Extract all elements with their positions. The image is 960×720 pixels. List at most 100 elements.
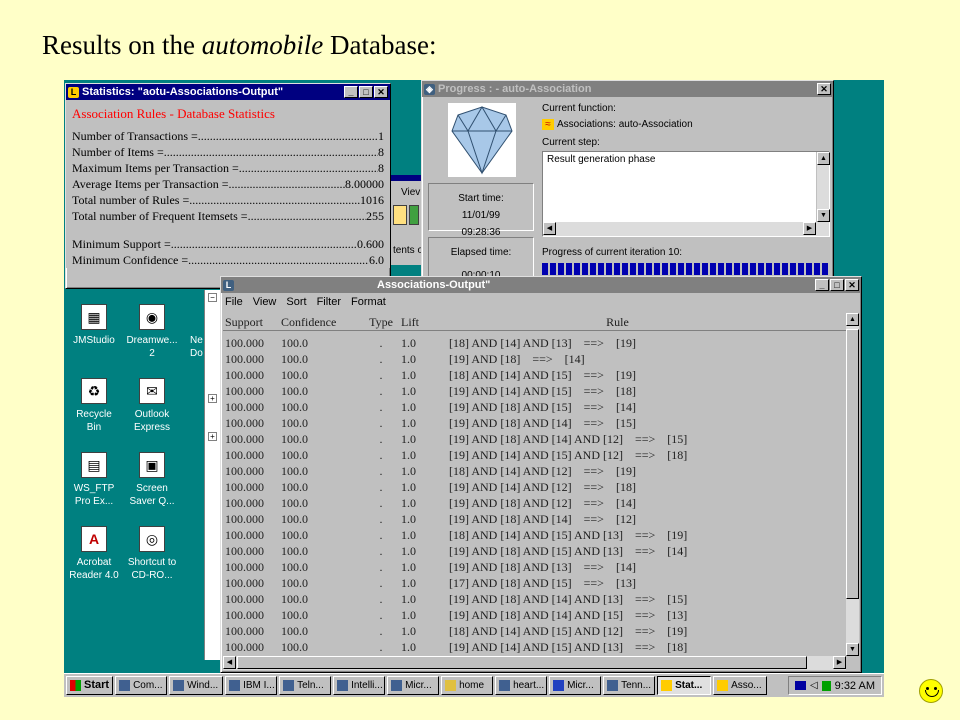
scroll-thumb[interactable]	[237, 656, 807, 669]
cell-confidence: 100.0	[281, 400, 308, 414]
scroll-down-icon[interactable]: ▼	[817, 209, 830, 222]
taskbar-button[interactable]: Micr...	[549, 676, 602, 695]
table-row[interactable]: 100.000 100.0. 1.0 [18] AND [14] AND [13] =…	[223, 335, 846, 351]
rules-horizontal-scrollbar[interactable]: ◀ ▶	[223, 656, 846, 670]
table-row[interactable]: 100.000 100.0. 1.0 [19] AND [18] AND [15] A…	[223, 543, 846, 559]
menu-file[interactable]: File	[225, 296, 243, 308]
table-row[interactable]: 100.000 100.0. 1.0 [19] AND [18] AND [14] A…	[223, 431, 846, 447]
jmstudio-icon: ▦	[81, 304, 107, 330]
progress-body: Start time: 11/01/99 09:28:36 Elapsed ti…	[422, 97, 833, 285]
cell-type: .	[379, 400, 383, 414]
table-row[interactable]: 100.000 100.0. 1.0 [19] AND [18] AND [14] =…	[223, 415, 846, 431]
cell-support: 100.000	[225, 544, 264, 558]
cell-confidence: 100.0	[281, 640, 308, 654]
maximize-icon[interactable]: □	[359, 86, 373, 98]
app-icon	[499, 680, 511, 691]
step-horizontal-scrollbar[interactable]: ◀ ▶	[543, 222, 829, 236]
cell-rule: [19] AND [18] AND [15] ==> [14]	[449, 400, 636, 414]
taskbar-button[interactable]: Com...	[115, 676, 168, 695]
taskbar-button[interactable]: Asso...	[713, 676, 768, 695]
minimize-icon[interactable]: _	[815, 279, 829, 291]
tray-network-icon[interactable]	[794, 681, 806, 690]
table-row[interactable]: 100.000 100.0. 1.0 [19] AND [14] AND [15] A…	[223, 447, 846, 463]
table-row[interactable]: 100.000 100.0. 1.0 [18] AND [14] AND [15] A…	[223, 623, 846, 639]
column-header-lift[interactable]: Lift	[401, 313, 449, 330]
scroll-up-icon[interactable]: ▲	[817, 152, 830, 165]
desktop-icon-jmstudio[interactable]: ▦ JMStudio	[64, 304, 124, 347]
cell-lift: 1.0	[401, 448, 416, 462]
table-row[interactable]: 100.000 100.0. 1.0 [19] AND [18] AND [15] =…	[223, 399, 846, 415]
taskbar-button[interactable]: IBM I...	[225, 676, 278, 695]
app-icon	[607, 680, 619, 691]
scroll-right-icon[interactable]: ▶	[803, 222, 816, 235]
taskbar-button[interactable]: Intelli...	[333, 676, 386, 695]
close-icon[interactable]: ✕	[817, 83, 831, 95]
rules-titlebar[interactable]: L Associations-Output" _ □ ✕	[221, 277, 861, 293]
desktop-icon-outlook-express[interactable]: ✉ Outlook Express	[122, 378, 182, 434]
table-row[interactable]: 100.000 100.0. 1.0 [19] AND [18] AND [14] A…	[223, 591, 846, 607]
taskbar-button[interactable]: heart...	[495, 676, 548, 695]
close-icon[interactable]: ✕	[374, 86, 388, 98]
menu-filter[interactable]: Filter	[317, 296, 341, 308]
close-icon[interactable]: ✕	[845, 279, 859, 291]
taskbar-button[interactable]: Micr...	[387, 676, 440, 695]
table-row[interactable]: 100.000 100.0. 1.0 [19] AND [18] AND [12] =…	[223, 495, 846, 511]
table-row[interactable]: 100.000 100.0. 1.0 [18] AND [14] AND [15] =…	[223, 367, 846, 383]
table-row[interactable]: 100.000 100.0. 1.0 [19] AND [18] AND [13] =…	[223, 559, 846, 575]
table-row[interactable]: 100.000 100.0. 1.0 [18] AND [14] AND [12] =…	[223, 463, 846, 479]
column-header-confidence[interactable]: Confidence	[281, 313, 361, 330]
table-row[interactable]: 100.000 100.0. 1.0 [19] AND [14] AND [15] A…	[223, 639, 846, 655]
taskbar-button[interactable]: Teln...	[279, 676, 332, 695]
taskbar-button[interactable]: home	[441, 676, 494, 695]
tray-shield-icon[interactable]	[821, 680, 831, 691]
progress-titlebar[interactable]: ◈ Progress : - auto-Association ✕	[422, 81, 833, 97]
app-icon	[661, 680, 673, 691]
iteration-progress-bar	[542, 263, 830, 275]
tree-expand-icon[interactable]: +	[208, 432, 217, 441]
recycle-bin-icon: ♻	[81, 378, 107, 404]
cell-rule: [19] AND [14] AND [12] ==> [18]	[449, 480, 636, 494]
menu-format[interactable]: Format	[351, 296, 386, 308]
table-row[interactable]: 100.000 100.0. 1.0 [19] AND [14] AND [15] =…	[223, 383, 846, 399]
scroll-left-icon[interactable]: ◀	[223, 656, 236, 669]
column-header-support[interactable]: Support	[223, 313, 281, 330]
rules-vertical-scrollbar[interactable]: ▲ ▼	[846, 313, 859, 656]
system-tray: ◁ 9:32 AM	[787, 676, 882, 695]
cell-rule: [19] AND [18] AND [14] AND [15] ==> [13]	[449, 608, 688, 622]
desktop-icon-recycle-bin[interactable]: ♻ Recycle Bin	[64, 378, 124, 434]
taskbar-button-active[interactable]: Stat...	[657, 676, 712, 695]
menu-view[interactable]: View	[253, 296, 277, 308]
table-row[interactable]: 100.000 100.0. 1.0 [17] AND [18] AND [15] =…	[223, 575, 846, 591]
scroll-up-icon[interactable]: ▲	[846, 313, 859, 326]
taskbar-button[interactable]: Wind...	[169, 676, 224, 695]
desktop-icon-acrobat-reader[interactable]: A Acrobat Reader 4.0	[64, 526, 124, 582]
scroll-left-icon[interactable]: ◀	[543, 222, 556, 235]
cell-support: 100.000	[225, 576, 264, 590]
cell-type: .	[379, 592, 383, 606]
table-row[interactable]: 100.000 100.0. 1.0 [19] AND [18] AND [14] =…	[223, 511, 846, 527]
table-row[interactable]: 100.000 100.0. 1.0 [19] AND [18] ==> [14]	[223, 351, 846, 367]
scroll-thumb[interactable]	[846, 329, 859, 599]
minimize-icon[interactable]: _	[344, 86, 358, 98]
desktop-icon-cdrom-shortcut[interactable]: ◎ Shortcut to CD-RO...	[122, 526, 182, 582]
clock[interactable]: 9:32 AM	[835, 680, 875, 692]
start-button[interactable]: Start	[66, 676, 114, 695]
tray-volume-icon[interactable]: ◁	[810, 680, 818, 691]
menu-bar: File View Sort Filter Format	[221, 293, 861, 311]
column-header-type[interactable]: Type	[361, 313, 401, 330]
table-row[interactable]: 100.000 100.0. 1.0 [19] AND [18] AND [14] A…	[223, 607, 846, 623]
tree-expand-icon[interactable]: −	[208, 293, 217, 302]
taskbar-button[interactable]: Tenn...	[603, 676, 656, 695]
desktop-icon-ws-ftp[interactable]: ▤ WS_FTP Pro Ex...	[64, 452, 124, 508]
maximize-icon[interactable]: □	[830, 279, 844, 291]
desktop-icon-screen-saver[interactable]: ▣ Screen Saver Q...	[122, 452, 182, 508]
desktop-icon-dreamweaver[interactable]: ◉ Dreamwe... 2	[122, 304, 182, 360]
menu-sort[interactable]: Sort	[286, 296, 306, 308]
statistics-titlebar[interactable]: L Statistics: "aotu-Associations-Output"…	[66, 84, 390, 100]
scroll-down-icon[interactable]: ▼	[846, 643, 859, 656]
column-header-rule[interactable]: Rule	[449, 313, 846, 330]
scroll-right-icon[interactable]: ▶	[833, 656, 846, 669]
tree-expand-icon[interactable]: +	[208, 394, 217, 403]
table-row[interactable]: 100.000 100.0. 1.0 [18] AND [14] AND [15] A…	[223, 527, 846, 543]
table-row[interactable]: 100.000 100.0. 1.0 [19] AND [14] AND [12] =…	[223, 479, 846, 495]
